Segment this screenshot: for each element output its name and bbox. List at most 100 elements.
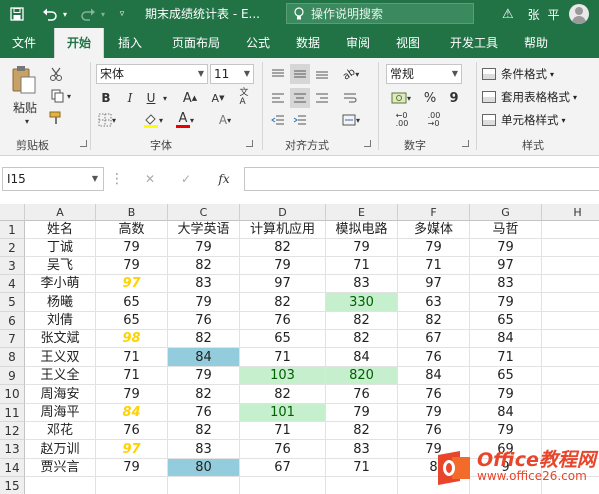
search-input[interactable]: 操作说明搜索 bbox=[286, 3, 474, 24]
underline-button[interactable]: U bbox=[142, 88, 160, 108]
table-cell[interactable]: 82 bbox=[240, 293, 326, 312]
table-cell[interactable]: 周海安 bbox=[25, 385, 96, 404]
header-cell[interactable]: 姓名 bbox=[25, 221, 96, 239]
tab-page-layout[interactable]: 页面布局 bbox=[164, 28, 228, 58]
table-cell[interactable]: 76 bbox=[398, 422, 470, 440]
table-cell[interactable] bbox=[542, 257, 599, 275]
table-cell[interactable]: 67 bbox=[240, 459, 326, 477]
user-name[interactable]: 张 平 bbox=[528, 6, 562, 23]
table-cell[interactable]: 丁诚 bbox=[25, 239, 96, 257]
row-header[interactable]: 1 bbox=[0, 221, 25, 239]
table-cell[interactable]: 71 bbox=[240, 348, 326, 367]
table-cell[interactable]: 82 bbox=[168, 257, 240, 275]
increase-indent-icon[interactable] bbox=[290, 110, 310, 130]
header-cell[interactable]: 多媒体 bbox=[398, 221, 470, 239]
table-cell[interactable]: 82 bbox=[398, 312, 470, 330]
merge-center-icon[interactable]: ▾ bbox=[338, 110, 364, 130]
table-cell[interactable]: 邓花 bbox=[25, 422, 96, 440]
formula-bar-grip-icon[interactable]: ⋮ bbox=[110, 170, 124, 188]
table-cell[interactable]: 杨曦 bbox=[25, 293, 96, 312]
tab-home[interactable]: 开始 bbox=[54, 28, 104, 58]
table-cell[interactable]: 84 bbox=[168, 348, 240, 367]
table-cell[interactable]: 76 bbox=[240, 440, 326, 459]
tab-data[interactable]: 数据 bbox=[290, 28, 326, 58]
table-cell[interactable] bbox=[542, 404, 599, 422]
table-cell[interactable]: 76 bbox=[240, 312, 326, 330]
tab-review[interactable]: 审阅 bbox=[340, 28, 376, 58]
table-cell[interactable]: 71 bbox=[96, 367, 168, 385]
table-cell[interactable]: 97 bbox=[398, 275, 470, 293]
table-cell[interactable]: 79 bbox=[398, 239, 470, 257]
undo-dropdown-icon[interactable]: ▾ bbox=[60, 4, 70, 24]
clipboard-launcher-icon[interactable] bbox=[80, 140, 87, 147]
tab-formulas[interactable]: 公式 bbox=[240, 28, 276, 58]
paste-icon[interactable] bbox=[10, 64, 38, 96]
table-cell[interactable]: 83 bbox=[326, 440, 398, 459]
table-cell[interactable]: 76 bbox=[398, 348, 470, 367]
table-cell[interactable] bbox=[326, 477, 398, 494]
table-cell[interactable]: 65 bbox=[96, 293, 168, 312]
column-header-a[interactable]: A bbox=[25, 204, 96, 221]
table-cell[interactable]: 82 bbox=[168, 385, 240, 404]
table-cell[interactable]: 84 bbox=[326, 348, 398, 367]
border-icon[interactable]: ▾ bbox=[96, 110, 118, 130]
table-cell[interactable]: 71 bbox=[470, 348, 542, 367]
undo-icon[interactable] bbox=[40, 4, 60, 24]
table-cell[interactable]: 71 bbox=[398, 257, 470, 275]
column-header-f[interactable]: F bbox=[398, 204, 470, 221]
row-header[interactable]: 10 bbox=[0, 385, 25, 404]
table-cell[interactable]: 101 bbox=[240, 404, 326, 422]
table-cell[interactable] bbox=[168, 477, 240, 494]
table-cell[interactable]: 83 bbox=[168, 275, 240, 293]
table-cell[interactable]: 76 bbox=[398, 385, 470, 404]
row-header[interactable]: 15 bbox=[0, 477, 25, 494]
table-cell[interactable]: 63 bbox=[398, 293, 470, 312]
row-header[interactable]: 14 bbox=[0, 459, 25, 477]
table-cell[interactable]: 79 bbox=[96, 459, 168, 477]
redo-icon[interactable] bbox=[78, 4, 98, 24]
decrease-indent-icon[interactable] bbox=[268, 110, 288, 130]
table-cell[interactable]: 67 bbox=[398, 330, 470, 348]
column-header-h[interactable]: H bbox=[542, 204, 599, 221]
table-cell[interactable]: 84 bbox=[470, 404, 542, 422]
table-cell[interactable]: 82 bbox=[240, 385, 326, 404]
table-cell[interactable]: 周海平 bbox=[25, 404, 96, 422]
header-cell[interactable]: 计算机应用 bbox=[240, 221, 326, 239]
alignment-launcher-icon[interactable] bbox=[364, 140, 371, 147]
tab-developer[interactable]: 开发工具 bbox=[442, 28, 506, 58]
table-cell[interactable]: 97 bbox=[96, 275, 168, 293]
header-cell[interactable] bbox=[542, 221, 599, 239]
row-header[interactable]: 11 bbox=[0, 404, 25, 422]
font-size-select[interactable]: 11 ▼ bbox=[210, 64, 254, 84]
decrease-font-icon[interactable]: A ▼ bbox=[206, 88, 230, 108]
orientation-icon[interactable]: ab ▾ bbox=[338, 64, 364, 84]
table-cell[interactable] bbox=[542, 385, 599, 404]
table-cell[interactable]: 76 bbox=[96, 422, 168, 440]
font-color-icon[interactable]: A ▾ bbox=[172, 110, 198, 130]
table-cell[interactable]: 79 bbox=[326, 239, 398, 257]
table-cell[interactable]: 79 bbox=[168, 239, 240, 257]
table-cell[interactable]: 76 bbox=[168, 404, 240, 422]
header-cell[interactable]: 大学英语 bbox=[168, 221, 240, 239]
table-cell[interactable]: 97 bbox=[240, 275, 326, 293]
tab-insert[interactable]: 插入 bbox=[110, 28, 150, 58]
row-header[interactable]: 13 bbox=[0, 440, 25, 459]
underline-dropdown-icon[interactable]: ▾ bbox=[160, 88, 170, 108]
table-cell[interactable]: 79 bbox=[96, 239, 168, 257]
decrease-decimal-icon[interactable]: .00 →0 bbox=[420, 110, 448, 130]
conditional-formatting-button[interactable]: 条件格式 ▾ bbox=[482, 64, 554, 84]
table-cell[interactable] bbox=[542, 275, 599, 293]
table-cell[interactable] bbox=[542, 312, 599, 330]
warning-icon[interactable]: ⚠ bbox=[502, 7, 514, 22]
format-as-table-button[interactable]: 套用表格格式 ▾ bbox=[482, 87, 577, 107]
table-cell[interactable]: 97 bbox=[470, 257, 542, 275]
table-cell[interactable]: 83 bbox=[470, 275, 542, 293]
table-cell[interactable] bbox=[96, 477, 168, 494]
header-cell[interactable]: 模拟电路 bbox=[326, 221, 398, 239]
table-cell[interactable]: 84 bbox=[96, 404, 168, 422]
tab-help[interactable]: 帮助 bbox=[518, 28, 554, 58]
fill-color-icon[interactable]: ▾ bbox=[140, 110, 166, 130]
tab-view[interactable]: 视图 bbox=[390, 28, 426, 58]
table-cell[interactable]: 83 bbox=[168, 440, 240, 459]
table-cell[interactable]: 71 bbox=[240, 422, 326, 440]
